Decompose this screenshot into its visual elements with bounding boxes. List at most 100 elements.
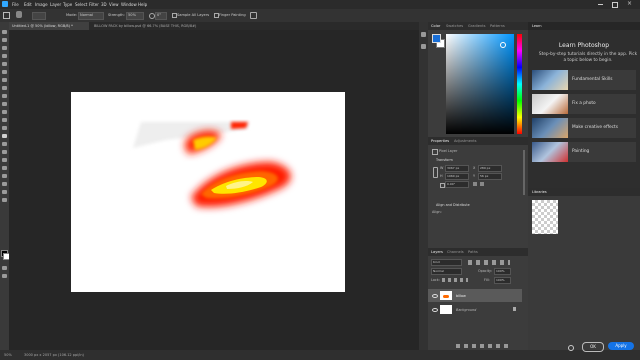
learn-topic-fix-a-photo[interactable]: Fix a photo: [532, 94, 636, 114]
tab-channels[interactable]: Channels: [447, 250, 464, 254]
minimize-icon[interactable]: [598, 4, 603, 5]
menu-help[interactable]: Help: [138, 2, 147, 7]
crop-tool-icon[interactable]: [2, 62, 7, 66]
menu-layer[interactable]: Layer: [50, 2, 61, 7]
eraser-tool-icon[interactable]: [2, 118, 7, 122]
clone-stamp-tool-icon[interactable]: [2, 102, 7, 106]
zoom-level[interactable]: 50%: [4, 353, 12, 357]
menu-file[interactable]: File: [12, 2, 19, 7]
angle-field[interactable]: 0.00°: [445, 181, 469, 188]
maximize-icon[interactable]: [612, 2, 618, 8]
strength-input[interactable]: 50%: [126, 12, 144, 20]
frame-tool-icon[interactable]: [2, 70, 7, 74]
document-canvas[interactable]: [71, 92, 345, 292]
tab-gradients[interactable]: Gradients: [468, 24, 486, 28]
tab-layers[interactable]: Layers: [431, 250, 443, 254]
quick-mask-icon[interactable]: [2, 266, 7, 270]
type-tool-icon[interactable]: [2, 158, 7, 162]
shape-tool-icon[interactable]: [2, 174, 7, 178]
learn-topic-painting[interactable]: Painting: [532, 142, 636, 162]
hand-tool-icon[interactable]: [2, 182, 7, 186]
menu-select[interactable]: Select: [75, 2, 87, 7]
lasso-tool-icon[interactable]: [2, 46, 7, 50]
tab-patterns[interactable]: Patterns: [490, 24, 505, 28]
screen-mode-icon[interactable]: [2, 274, 7, 278]
home-icon[interactable]: [3, 12, 10, 19]
layer-row[interactable]: Background: [428, 303, 522, 316]
reset-icon[interactable]: [568, 345, 574, 351]
history-brush-tool-icon[interactable]: [2, 110, 7, 114]
marquee-tool-icon[interactable]: [2, 38, 7, 42]
ps-logo-icon[interactable]: [2, 1, 8, 7]
brush-size-picker[interactable]: [32, 12, 46, 20]
tab-learn[interactable]: Learn: [532, 24, 541, 28]
pressure-icon[interactable]: [250, 12, 257, 19]
color-field[interactable]: [446, 34, 514, 134]
smudge-tool-icon[interactable]: [16, 11, 22, 18]
more-tools-icon[interactable]: [2, 198, 7, 202]
brush-settings-icon[interactable]: [421, 44, 426, 49]
fx-icon[interactable]: [464, 344, 468, 348]
angle-input[interactable]: 0°: [155, 12, 167, 20]
menu-filter[interactable]: Filter: [89, 2, 99, 7]
width-field[interactable]: 3067 px: [445, 165, 469, 172]
visibility-eye-icon[interactable]: [432, 308, 438, 312]
x-field[interactable]: 289 px: [478, 165, 502, 172]
zoom-tool-icon[interactable]: [2, 190, 7, 194]
history-icon[interactable]: [421, 32, 426, 37]
layer-name[interactable]: billow: [456, 294, 466, 298]
tab-color[interactable]: Color: [431, 24, 440, 28]
menu-type[interactable]: Type: [63, 2, 72, 7]
menu-view[interactable]: View: [109, 2, 119, 7]
tab-untitled-1[interactable]: Untitled-1 @ 50% (billow, RGB/8) *: [9, 22, 89, 30]
hue-slider[interactable]: [517, 34, 522, 134]
layer-row[interactable]: billow: [428, 289, 522, 302]
healing-tool-icon[interactable]: [2, 86, 7, 90]
align-distribute-title[interactable]: Align and Distribute: [436, 203, 470, 207]
menu-window[interactable]: Window: [121, 2, 137, 7]
apply-button[interactable]: Apply: [608, 342, 634, 350]
pen-tool-icon[interactable]: [2, 150, 7, 154]
fill-field[interactable]: 100%: [494, 277, 511, 284]
tab-billow-pack[interactable]: BILLOW PACK by billow.psd @ 66.7% (BASE …: [91, 22, 217, 30]
y-field[interactable]: 56 px: [478, 173, 502, 180]
tab-adjustments[interactable]: Adjustments: [454, 139, 477, 143]
quick-select-tool-icon[interactable]: [2, 54, 7, 58]
tab-properties[interactable]: Properties: [431, 139, 449, 143]
filter-icons[interactable]: [468, 260, 510, 265]
menu-image[interactable]: Image: [35, 2, 48, 7]
smudge-tool-icon[interactable]: [2, 134, 7, 138]
learn-topic-make-creative-effects[interactable]: Make creative effects: [532, 118, 636, 138]
brush-tool-icon[interactable]: [2, 94, 7, 98]
group-icon[interactable]: [488, 344, 492, 348]
link-layers-icon[interactable]: [456, 344, 460, 348]
opacity-field[interactable]: 100%: [494, 268, 511, 275]
path-select-tool-icon[interactable]: [2, 166, 7, 170]
foreground-color[interactable]: [432, 34, 441, 43]
flip-vertical-icon[interactable]: [480, 182, 484, 186]
ok-button[interactable]: OK: [582, 342, 604, 352]
move-tool-icon[interactable]: [2, 30, 7, 34]
tab-swatches[interactable]: Swatches: [446, 24, 463, 28]
gradient-tool-icon[interactable]: [2, 126, 7, 130]
lock-icons[interactable]: [442, 278, 468, 282]
close-icon[interactable]: ×: [627, 0, 632, 7]
trash-icon[interactable]: [504, 344, 508, 348]
new-layer-icon[interactable]: [496, 344, 500, 348]
link-proportions-icon[interactable]: [433, 167, 438, 178]
tab-libraries[interactable]: Libraries: [532, 190, 547, 194]
mode-select[interactable]: Normal: [78, 12, 104, 20]
learn-topic-fundamental-skills[interactable]: Fundamental Skills: [532, 70, 636, 90]
visibility-eye-icon[interactable]: [432, 294, 438, 298]
flip-horizontal-icon[interactable]: [473, 182, 477, 186]
menu-edit[interactable]: Edit: [24, 2, 32, 7]
dodge-tool-icon[interactable]: [2, 142, 7, 146]
adjustment-icon[interactable]: [480, 344, 484, 348]
mask-icon[interactable]: [472, 344, 476, 348]
transform-title[interactable]: Transform: [436, 158, 453, 162]
layer-kind-filter[interactable]: Kind: [431, 259, 462, 266]
height-field[interactable]: 1960 px: [445, 173, 469, 180]
tab-paths[interactable]: Paths: [468, 250, 478, 254]
blend-mode-select[interactable]: Normal: [431, 268, 462, 275]
menu-3d[interactable]: 3D: [101, 2, 107, 7]
